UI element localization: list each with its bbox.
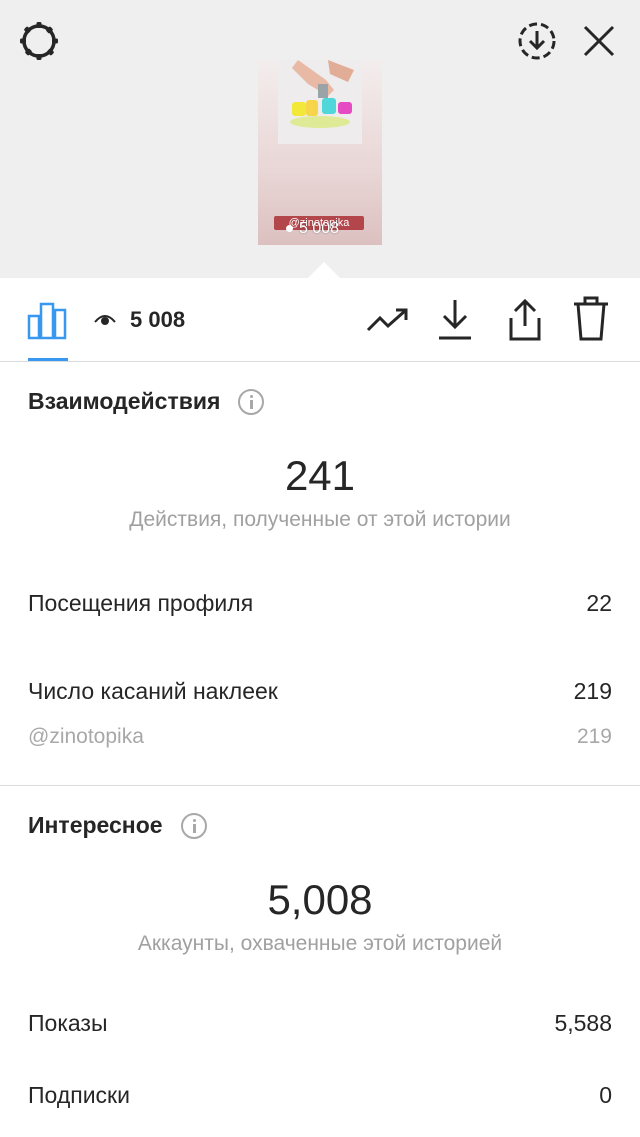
- row-value: 219: [576, 725, 612, 748]
- row-label: Подписки: [28, 1082, 130, 1108]
- trend-icon[interactable]: [362, 300, 414, 340]
- info-icon[interactable]: [238, 388, 265, 415]
- row-value: 219: [573, 678, 612, 704]
- insights-toolbar: 5 008: [0, 278, 640, 362]
- story-header: @zinotopika 5 008: [0, 0, 640, 278]
- row-label: @zinotopika: [28, 725, 144, 748]
- close-icon[interactable]: [574, 16, 624, 66]
- follows-row: Подписки 0: [28, 1082, 612, 1109]
- active-tab-indicator: [28, 358, 68, 361]
- selection-pointer: [308, 262, 340, 278]
- story-views-count: 5 008: [299, 220, 340, 237]
- download-icon[interactable]: [430, 296, 480, 344]
- interactions-section-title: Взаимодействия: [28, 388, 265, 415]
- row-value: 0: [599, 1082, 612, 1108]
- views-counter: 5 008: [94, 304, 185, 336]
- row-value: 5,588: [554, 1010, 612, 1036]
- story-views-overlay: 5 008: [286, 221, 339, 237]
- story-thumbnail[interactable]: @zinotopika 5 008: [258, 60, 382, 245]
- row-value: 22: [586, 590, 612, 616]
- eye-icon: [286, 225, 293, 233]
- trash-icon[interactable]: [566, 294, 616, 344]
- section-divider: [0, 785, 640, 786]
- discovery-total: 5,008: [267, 876, 373, 923]
- profile-visits-row: Посещения профиля 22: [28, 590, 612, 617]
- eye-icon: [94, 315, 116, 325]
- sticker-taps-row: Число касаний наклеек 219: [28, 678, 612, 705]
- row-label: Посещения профиля: [28, 590, 254, 616]
- share-icon[interactable]: [500, 296, 550, 344]
- bar-chart-icon[interactable]: [22, 296, 74, 344]
- discovery-section-title: Интересное: [28, 812, 207, 839]
- row-label: Число касаний наклеек: [28, 678, 278, 704]
- interactions-total: 241: [284, 452, 356, 499]
- discovery-title: Интересное: [28, 812, 163, 838]
- row-label: Показы: [28, 1010, 108, 1036]
- discovery-caption: Аккаунты, охваченные этой историей: [137, 932, 503, 955]
- views-count: 5 008: [130, 307, 186, 332]
- info-icon[interactable]: [180, 812, 207, 839]
- story-photo: [278, 60, 362, 144]
- interactions-caption: Действия, полученные от этой истории: [129, 508, 511, 531]
- sticker-mention-row[interactable]: @zinotopika 219: [28, 725, 612, 749]
- impressions-row: Показы 5,588: [28, 1010, 612, 1037]
- download-circle-icon[interactable]: [512, 16, 562, 66]
- interactions-title: Взаимодействия: [28, 388, 221, 414]
- settings-gear-icon[interactable]: [14, 16, 64, 66]
